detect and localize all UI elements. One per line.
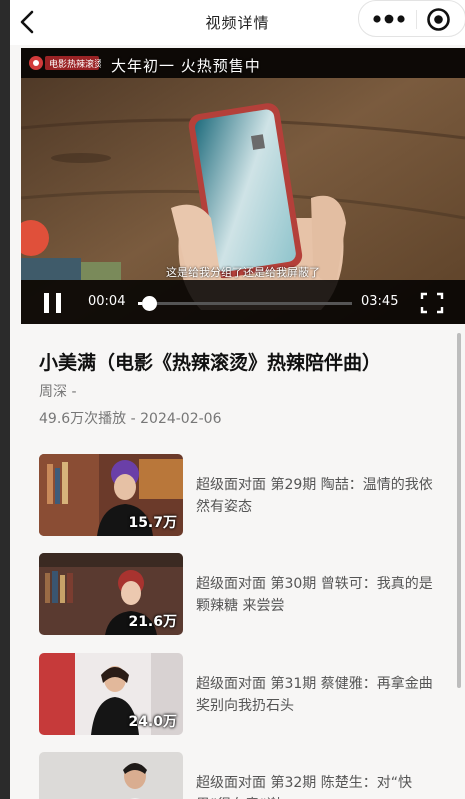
- play-count: 24.0万: [128, 714, 177, 730]
- video-controls: 00:04 03:45: [21, 280, 465, 324]
- video-player[interactable]: 电影热辣滚烫 大年初一 火热预售中 这是给我分组了还是给我屏蔽了 00:04 0…: [21, 48, 465, 324]
- capsule-divider: [416, 10, 417, 29]
- video-thumbnail: 15.7万: [39, 454, 183, 536]
- fullscreen-icon[interactable]: [420, 292, 444, 314]
- play-count: 21.6万: [128, 614, 177, 630]
- video-watermark: 大年初一 火热预售中: [111, 57, 261, 75]
- video-thumbnail: 21.6万: [39, 553, 183, 635]
- progress-knob[interactable]: [141, 296, 157, 311]
- app-screen: 视频详情 电影热辣滚烫 大年初一 火热预售中 这是给我分组了还是给我屏蔽了 00…: [10, 0, 465, 799]
- list-item[interactable]: 21.6万 超级面对面 第30期 曾轶可：我真的是颗辣糖 来尝尝: [39, 553, 459, 635]
- list-item-title: 超级面对面 第31期 蔡健雅：再拿金曲奖别向我扔石头: [196, 676, 433, 714]
- play-count: 15.7万: [128, 515, 177, 531]
- video-thumbnail: [39, 752, 183, 799]
- song-artist[interactable]: 周深 -: [39, 381, 77, 401]
- pause-icon[interactable]: [41, 292, 65, 314]
- total-time: 03:45: [361, 294, 399, 309]
- movie-logo-text: 电影热辣滚烫: [49, 58, 101, 70]
- list-item[interactable]: 超级面对面 第32期 陈楚生：对“快男”很在意“谢: [39, 752, 459, 799]
- list-item-title: 超级面对面 第29期 陶喆：温情的我依然有姿态: [196, 477, 433, 515]
- list-item-title: 超级面对面 第32期 陈楚生：对“快男”很在意“谢: [196, 775, 412, 799]
- song-title: 小美满（电影《热辣滚烫》热辣陪伴曲）: [39, 352, 382, 374]
- progress-bar[interactable]: [138, 296, 352, 311]
- list-item[interactable]: 24.0万 超级面对面 第31期 蔡健雅：再拿金曲奖别向我扔石头: [39, 653, 459, 735]
- video-thumbnail: 24.0万: [39, 653, 183, 735]
- list-item[interactable]: 15.7万 超级面对面 第29期 陶喆：温情的我依然有姿态: [39, 454, 459, 536]
- video-subtitle: 这是给我分组了还是给我屏蔽了: [166, 266, 320, 279]
- close-miniprogram-icon[interactable]: [425, 6, 452, 33]
- list-item-title: 超级面对面 第30期 曾轶可：我真的是颗辣糖 来尝尝: [196, 576, 433, 614]
- mini-program-capsule: [358, 0, 465, 37]
- nav-header: 视频详情: [10, 0, 465, 45]
- more-icon[interactable]: [369, 7, 409, 31]
- current-time: 00:04: [88, 294, 126, 309]
- movie-logo: 电影热辣滚烫: [27, 52, 103, 74]
- song-meta: 49.6万次播放 - 2024-02-06: [39, 411, 222, 427]
